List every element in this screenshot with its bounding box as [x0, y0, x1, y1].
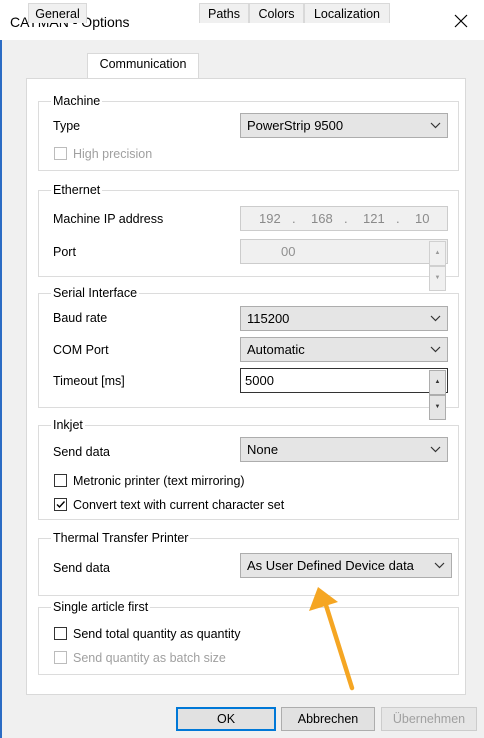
machine-type-select[interactable]: PowerStrip 9500 [240, 113, 448, 138]
baud-rate-label: Baud rate [53, 311, 108, 325]
close-icon [454, 14, 468, 28]
timeout-label: Timeout [ms] [53, 374, 125, 388]
group-legend: Inkjet [51, 418, 85, 432]
ip-dot: . [396, 211, 400, 226]
timeout-spinner[interactable]: ▲ ▼ [429, 370, 446, 420]
combo-value: 115200 [247, 311, 290, 326]
spin-down-icon[interactable]: ▼ [429, 395, 446, 420]
send-total-quantity-label: Send total quantity as quantity [73, 627, 241, 641]
timeout-input[interactable]: 5000 ▲ ▼ [240, 368, 448, 420]
tab-general[interactable]: General [28, 3, 87, 23]
ip-address-field[interactable]: 192 . 168 . 121 . 10 [240, 206, 448, 231]
ip-octet-1: 192 [259, 211, 281, 226]
baud-rate-select[interactable]: 115200 [240, 306, 448, 331]
chevron-down-icon [429, 307, 441, 330]
convert-text-checkbox[interactable] [54, 498, 67, 511]
combo-value: None [247, 442, 279, 457]
spin-up-icon[interactable]: ▲ [429, 370, 446, 395]
tab-label: General [35, 7, 80, 21]
close-button[interactable] [438, 4, 484, 38]
checkmark-icon [56, 501, 66, 509]
group-legend: Thermal Transfer Printer [51, 531, 191, 545]
convert-text-label: Convert text with current character set [73, 498, 285, 512]
ip-octet-4: 10 [415, 211, 430, 226]
chevron-down-icon [429, 114, 441, 137]
metronic-printer-label: Metronic printer (text mirroring) [73, 474, 245, 488]
type-label: Type [53, 119, 81, 133]
com-port-select[interactable]: Automatic [240, 337, 448, 362]
group-legend: Single article first [51, 600, 151, 614]
port-input[interactable]: 00 ▲ ▼ [240, 239, 448, 291]
tab-label: Paths [208, 7, 240, 21]
send-total-quantity-checkbox[interactable] [54, 627, 67, 640]
high-precision-label: High precision [73, 147, 153, 161]
combo-value: PowerStrip 9500 [247, 118, 344, 133]
send-batch-size-checkbox[interactable] [54, 651, 67, 664]
ip-octet-3: 121 [363, 211, 385, 226]
tab-colors[interactable]: Colors [249, 3, 304, 23]
tab-label: Localization [313, 7, 380, 21]
ip-dot: . [292, 211, 296, 226]
cancel-button[interactable]: Abbrechen [281, 707, 375, 731]
inkjet-send-data-label: Send data [53, 445, 110, 459]
ok-button[interactable]: OK [176, 707, 276, 731]
options-window: CAYMAN - Options General Communication P… [0, 0, 484, 738]
port-value: 00 [281, 244, 296, 259]
group-legend: Serial Interface [51, 286, 140, 300]
combo-value: As User Defined Device data [247, 558, 414, 573]
combo-value: Automatic [247, 342, 305, 357]
high-precision-checkbox[interactable] [54, 147, 67, 160]
port-spinner[interactable]: ▲ ▼ [429, 241, 446, 291]
metronic-printer-checkbox[interactable] [54, 474, 67, 487]
tab-communication[interactable]: Communication [87, 53, 199, 78]
chevron-down-icon [429, 338, 441, 361]
group-legend: Machine [51, 94, 103, 108]
tab-paths[interactable]: Paths [199, 3, 249, 23]
thermal-send-data-label: Send data [53, 561, 110, 575]
tab-label: Colors [258, 7, 295, 21]
spin-up-icon[interactable]: ▲ [429, 241, 446, 266]
chevron-down-icon [429, 438, 441, 461]
timeout-value: 5000 [245, 373, 274, 388]
inkjet-send-data-select[interactable]: None [240, 437, 448, 462]
ip-octet-2: 168 [311, 211, 333, 226]
group-legend: Ethernet [51, 183, 103, 197]
ip-address-label: Machine IP address [53, 212, 164, 226]
chevron-down-icon [433, 554, 445, 577]
com-port-label: COM Port [53, 343, 109, 357]
send-batch-size-label: Send quantity as batch size [73, 651, 226, 665]
tab-localization[interactable]: Localization [304, 3, 390, 23]
tab-label: Communication [99, 57, 187, 71]
spin-down-icon[interactable]: ▼ [429, 266, 446, 291]
thermal-send-data-select[interactable]: As User Defined Device data [240, 553, 452, 578]
apply-button[interactable]: Übernehmen [381, 707, 477, 731]
port-label: Port [53, 245, 76, 259]
ip-dot: . [344, 211, 348, 226]
